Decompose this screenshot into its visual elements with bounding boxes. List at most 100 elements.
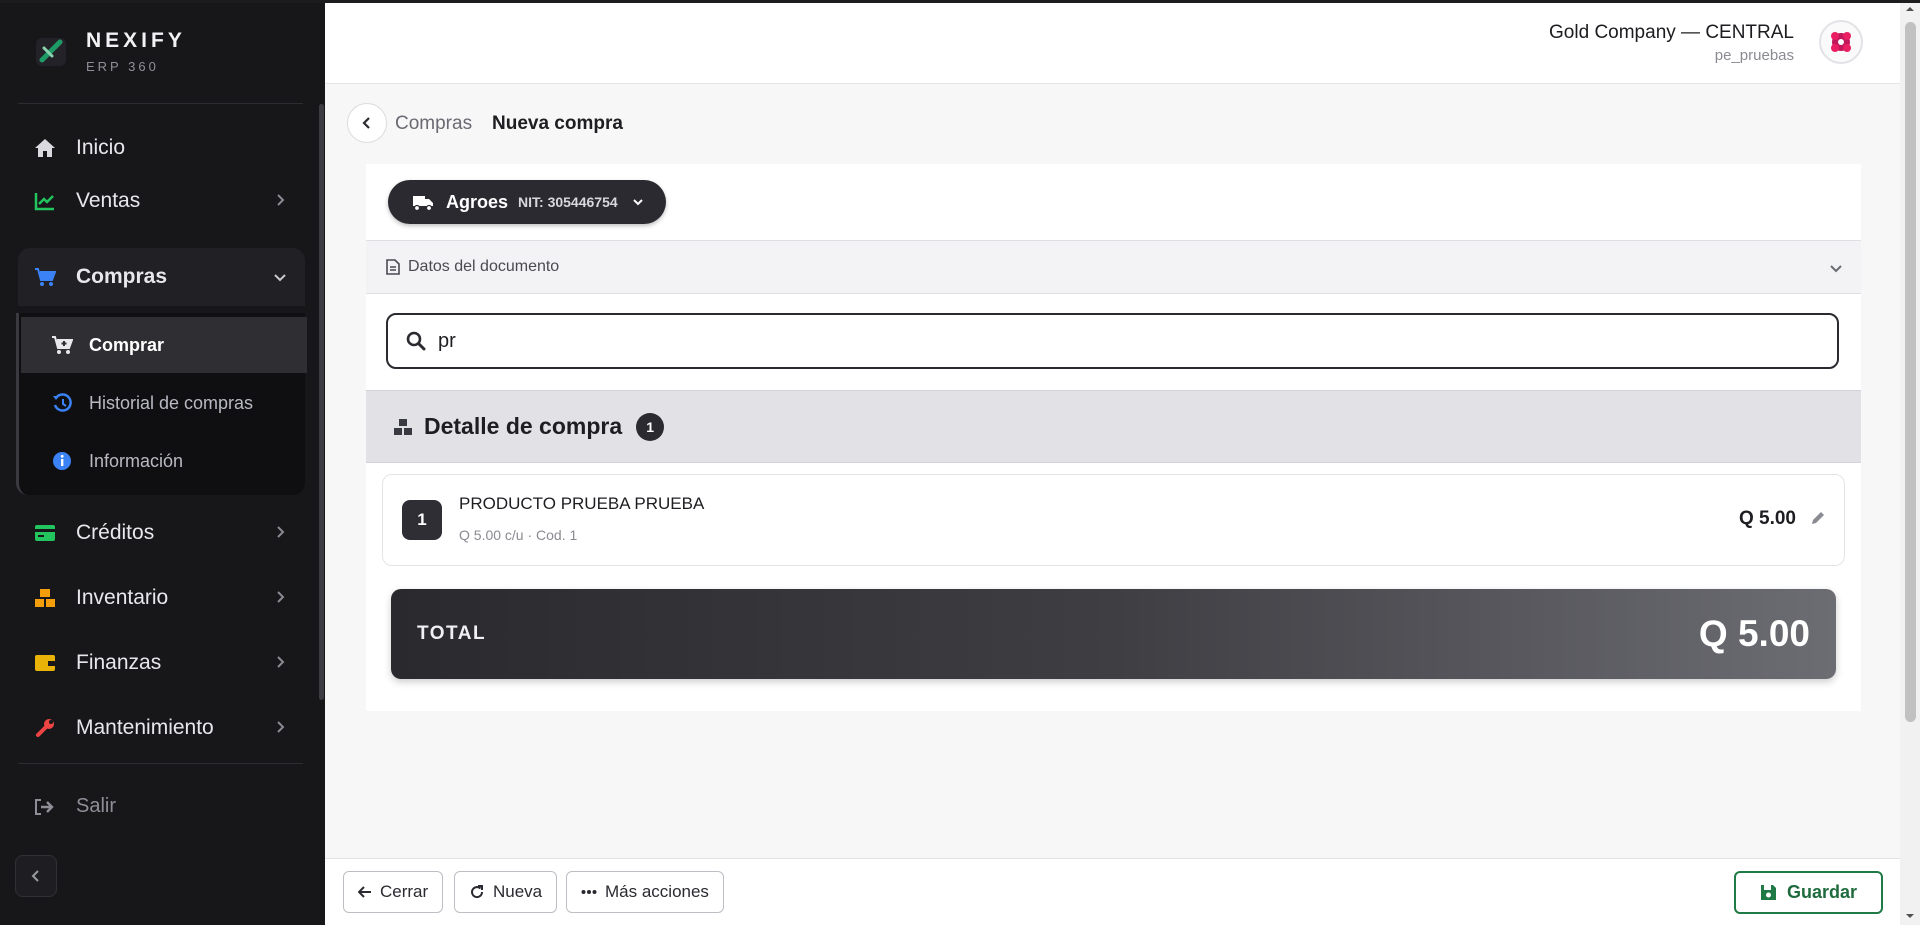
more-actions-label: Más acciones: [605, 882, 709, 901]
search-icon: [406, 331, 426, 351]
company-info[interactable]: Gold Company — CENTRAL pe_pruebas: [1549, 22, 1794, 64]
home-icon: [34, 137, 56, 159]
pencil-icon[interactable]: [1810, 510, 1826, 526]
chevron-down-icon: [274, 274, 286, 282]
detail-title: Detalle de compra: [424, 413, 623, 439]
list-item[interactable]: 1 PRODUCTO PRUEBA PRUEBA Q 5.00 c/u · Co…: [382, 474, 1845, 566]
chevron-right-icon: [277, 591, 285, 603]
divider: [18, 103, 303, 104]
chevron-left-icon: [362, 117, 370, 129]
total-bar: TOTAL Q 5.00: [391, 589, 1836, 679]
credit-card-icon: [34, 522, 56, 544]
new-label: Nueva: [493, 882, 543, 901]
close-label: Cerrar: [380, 882, 429, 901]
logout-label: Salir: [76, 795, 117, 817]
refresh-icon: [469, 884, 485, 900]
item-quantity: 1: [402, 500, 442, 540]
chevron-right-icon: [277, 721, 285, 733]
company-logo-icon: [1831, 32, 1851, 52]
supplier-nit: NIT: 305446754: [518, 194, 618, 210]
sidebar-subitem-informacion[interactable]: Información: [21, 433, 307, 489]
close-button[interactable]: Cerrar: [343, 871, 444, 913]
compras-submenu: Comprar Historial de compras Información: [16, 313, 307, 495]
back-button[interactable]: [347, 103, 387, 143]
total-value: Q 5.00: [1698, 613, 1810, 654]
cart-plus-icon: [51, 334, 73, 356]
sidebar-item-label: Inicio: [76, 136, 126, 159]
chart-line-icon: [34, 190, 56, 212]
wallet-icon: [34, 652, 56, 674]
sidebar-item-finanzas[interactable]: Finanzas: [18, 637, 305, 689]
sidebar-item-ventas[interactable]: Ventas: [18, 175, 305, 227]
sidebar-item-compras[interactable]: Compras: [18, 248, 305, 306]
save-button[interactable]: Guardar: [1733, 871, 1883, 914]
divider: [18, 763, 303, 764]
action-footer: Cerrar Nueva Más acciones Guardar: [325, 858, 1900, 925]
page-scrollbar[interactable]: [1900, 0, 1920, 925]
sidebar-item-label: Inventario: [76, 586, 169, 609]
more-actions-button[interactable]: Más acciones: [566, 871, 724, 913]
floppy-disk-icon: [1760, 884, 1777, 901]
shopping-cart-icon: [34, 266, 56, 288]
supplier-selector[interactable]: Agroes NIT: 305446754: [388, 180, 666, 224]
wrench-icon: [34, 717, 56, 739]
brand-name: NEXIFY: [86, 28, 186, 52]
sidebar: NEXIFY ERP 360 Inicio Ventas Compras Com…: [0, 0, 325, 925]
new-button[interactable]: Nueva: [454, 871, 558, 913]
scroll-up-icon[interactable]: [1905, 4, 1915, 14]
chevron-left-icon: [31, 870, 39, 882]
chevron-down-icon: [1830, 265, 1842, 273]
sidebar-item-mantenimiento[interactable]: Mantenimiento: [18, 702, 305, 754]
item-name: PRODUCTO PRUEBA PRUEBA: [459, 494, 705, 513]
scroll-down-icon[interactable]: [1905, 911, 1915, 921]
chevron-right-icon: [277, 656, 285, 668]
item-price: Q 5.00: [1738, 508, 1796, 529]
sidebar-item-creditos[interactable]: Créditos: [18, 507, 305, 559]
brand-subtitle: ERP 360: [86, 58, 159, 74]
document-data-label: Datos del documento: [408, 258, 560, 275]
document-data-toggle[interactable]: Datos del documento: [366, 240, 1861, 294]
boxes-icon: [394, 418, 412, 435]
product-search[interactable]: [386, 313, 1839, 369]
chevron-right-icon: [277, 194, 285, 206]
sidebar-subitem-label: Comprar: [89, 334, 165, 355]
supplier-name: Agroes: [446, 191, 509, 212]
main-content: Compras Nueva compra Agroes NIT: 3054467…: [325, 84, 1900, 858]
document-icon: [386, 259, 400, 275]
scrollbar-thumb[interactable]: [1905, 22, 1916, 722]
sidebar-subitem-historial[interactable]: Historial de compras: [21, 375, 307, 431]
detail-header: Detalle de compra 1: [366, 390, 1861, 463]
top-border: [0, 0, 1920, 3]
item-count-badge: 1: [636, 412, 665, 441]
truck-icon: [413, 196, 433, 211]
sidebar-item-label: Finanzas: [76, 651, 162, 674]
item-meta: Q 5.00 c/u · Cod. 1: [459, 527, 578, 543]
save-label: Guardar: [1786, 882, 1857, 902]
chevron-right-icon: [277, 526, 285, 538]
chevron-down-icon: [632, 199, 643, 206]
sidebar-scrollbar[interactable]: [319, 104, 324, 700]
company-name: Gold Company — CENTRAL: [1549, 22, 1794, 43]
sign-out-icon: [34, 798, 56, 816]
search-input[interactable]: [438, 329, 1738, 353]
boxes-icon: [34, 587, 56, 609]
brand[interactable]: NEXIFY ERP 360: [34, 28, 186, 74]
total-label: TOTAL: [417, 623, 487, 644]
username: pe_pruebas: [1714, 47, 1794, 64]
sidebar-item-inventario[interactable]: Inventario: [18, 572, 305, 624]
nexify-logo-icon: [34, 34, 68, 68]
history-icon: [51, 392, 73, 414]
info-circle-icon: [51, 450, 73, 472]
sidebar-item-label: Créditos: [76, 521, 155, 544]
collapse-sidebar-button[interactable]: [15, 855, 57, 897]
sidebar-item-label: Ventas: [76, 189, 141, 212]
breadcrumb-parent[interactable]: Compras: [395, 113, 472, 135]
sidebar-subitem-comprar[interactable]: Comprar: [21, 317, 307, 373]
sidebar-item-inicio[interactable]: Inicio: [18, 122, 305, 174]
arrow-left-icon: [358, 885, 372, 899]
logout-button[interactable]: Salir: [34, 795, 116, 818]
sidebar-item-label: Mantenimiento: [76, 716, 214, 739]
sidebar-subitem-label: Información: [89, 450, 184, 471]
ellipsis-icon: [581, 889, 597, 895]
avatar[interactable]: [1819, 20, 1863, 64]
